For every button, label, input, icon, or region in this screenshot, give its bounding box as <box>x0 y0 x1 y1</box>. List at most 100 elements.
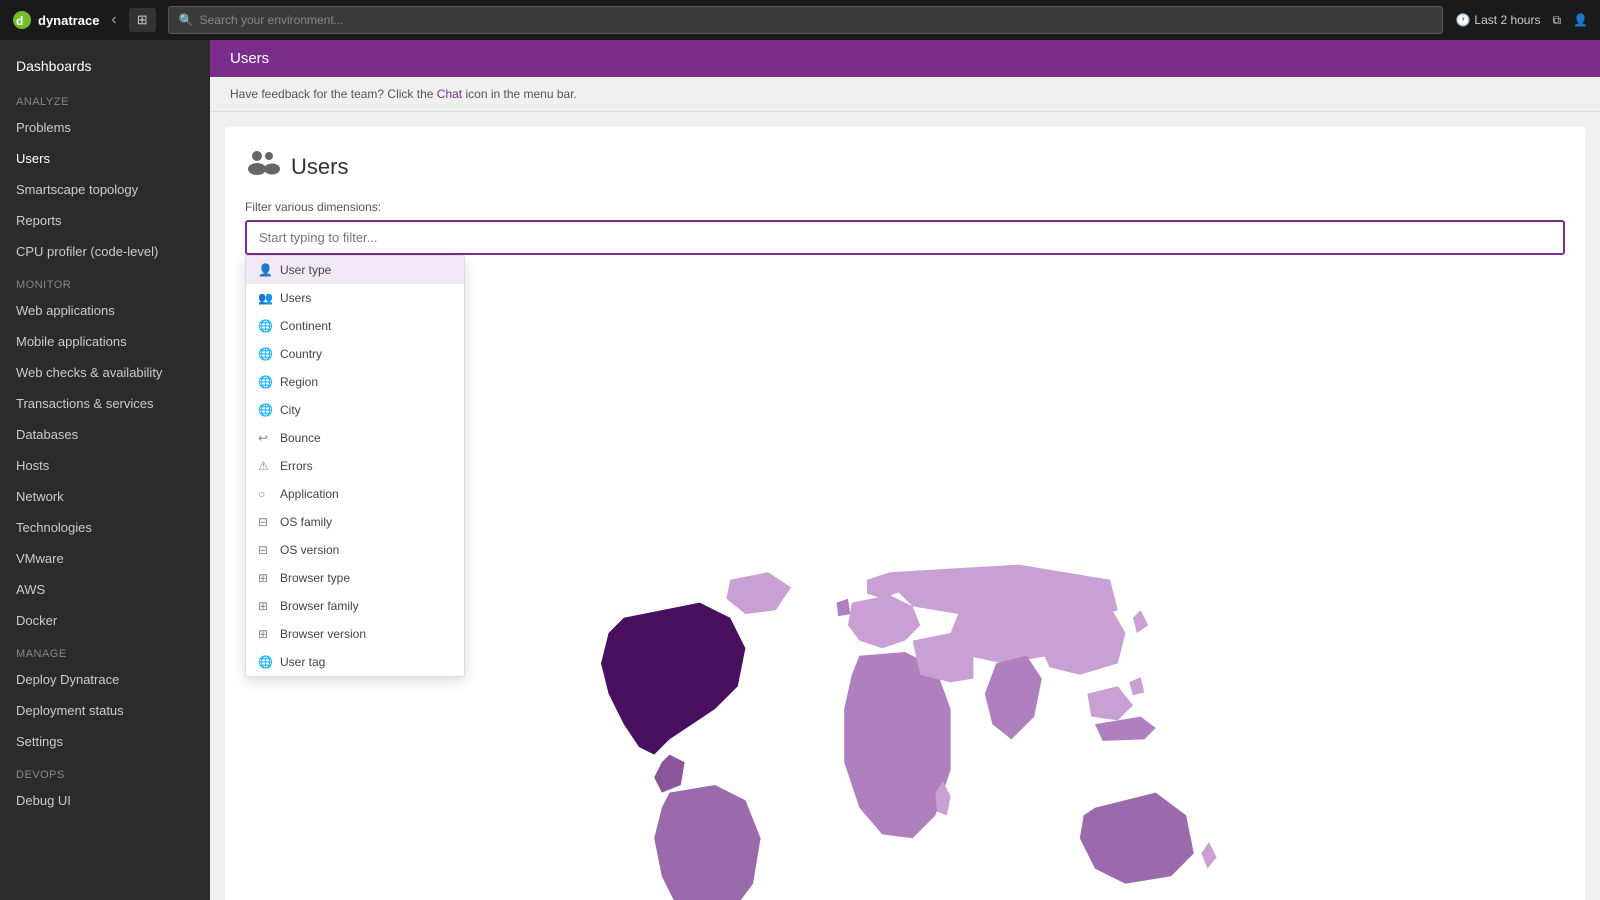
layout: Dashboards Analyze Problems Users Smarts… <box>0 40 1600 900</box>
dropdown-item-label: Country <box>280 347 322 361</box>
tag-icon: 🌐 <box>258 655 272 669</box>
dropdown-item-browser-version[interactable]: ⊞ Browser version <box>246 620 464 648</box>
browser-icon: ⊞ <box>258 571 272 585</box>
main-content: Have feedback for the team? Click the Ch… <box>210 77 1600 900</box>
user-icon[interactable]: 👤 <box>1573 13 1588 27</box>
time-range[interactable]: 🕐 Last 2 hours <box>1455 13 1540 27</box>
philippines <box>1129 677 1144 695</box>
greenland <box>726 572 791 614</box>
window-icon[interactable]: ⧉ <box>1552 13 1561 28</box>
filter-container: 👤 User type 👥 Users 🌐 Continent 🌐 <box>245 220 1565 255</box>
dropdown-item-user-type[interactable]: 👤 User type <box>246 256 464 284</box>
feedback-text: Have feedback for the team? Click the <box>230 87 437 101</box>
dropdown-item-os-family[interactable]: ⊟ OS family <box>246 508 464 536</box>
sidebar-item-transactions[interactable]: Transactions & services <box>0 388 210 419</box>
sidebar-item-network[interactable]: Network <box>0 481 210 512</box>
sidebar-item-settings[interactable]: Settings <box>0 726 210 757</box>
sidebar-item-reports[interactable]: Reports <box>0 205 210 236</box>
search-placeholder: Search your environment... <box>200 13 344 27</box>
analyze-section: Analyze <box>0 84 210 112</box>
page-header-title: Users <box>230 50 269 67</box>
feedback-link[interactable]: Chat <box>437 87 462 101</box>
filter-input[interactable] <box>245 220 1565 255</box>
logo-text: dynatrace <box>38 13 99 28</box>
dropdown-item-bounce[interactable]: ↩ Bounce <box>246 424 464 452</box>
dropdown-item-label: Browser version <box>280 627 366 641</box>
sidebar-label: Reports <box>16 213 62 228</box>
dropdown-item-os-version[interactable]: ⊟ OS version <box>246 536 464 564</box>
dropdown-item-label: User tag <box>280 655 325 669</box>
dropdown-item-city[interactable]: 🌐 City <box>246 396 464 424</box>
sidebar-item-web-checks[interactable]: Web checks & availability <box>0 357 210 388</box>
dropdown-item-continent[interactable]: 🌐 Continent <box>246 312 464 340</box>
feedback-bar: Have feedback for the team? Click the Ch… <box>210 77 1600 112</box>
time-label: Last 2 hours <box>1474 13 1540 27</box>
sidebar-item-vmware[interactable]: VMware <box>0 543 210 574</box>
dropdown-item-label: City <box>280 403 301 417</box>
sidebar-item-technologies[interactable]: Technologies <box>0 512 210 543</box>
right-content: Users Have feedback for the team? Click … <box>210 40 1600 900</box>
south-america <box>654 785 760 900</box>
app-icon: ○ <box>258 487 272 501</box>
people-icon: 👥 <box>258 291 272 305</box>
sidebar-item-hosts[interactable]: Hosts <box>0 450 210 481</box>
africa <box>844 652 950 838</box>
sidebar-item-debug-ui[interactable]: Debug UI <box>0 785 210 816</box>
dropdown-item-country[interactable]: 🌐 Country <box>246 340 464 368</box>
sidebar-label: CPU profiler (code-level) <box>16 244 158 259</box>
australia <box>1080 793 1194 884</box>
dropdown-item-browser-family[interactable]: ⊞ Browser family <box>246 592 464 620</box>
dropdown-item-user-tag[interactable]: 🌐 User tag <box>246 648 464 676</box>
logo: d dynatrace <box>12 10 99 30</box>
dropdown-item-label: Region <box>280 375 318 389</box>
north-america <box>601 603 745 755</box>
browser-icon: ⊞ <box>258 599 272 613</box>
topbar: d dynatrace ‹ ⊞ 🔍 Search your environmen… <box>0 0 1600 40</box>
content-area: Users Filter various dimensions: 👤 User … <box>225 127 1585 900</box>
back-button[interactable]: ‹ <box>111 11 116 29</box>
sidebar-item-smartscape[interactable]: Smartscape topology <box>0 174 210 205</box>
sidebar-dashboards[interactable]: Dashboards <box>0 48 210 84</box>
grid-icon[interactable]: ⊞ <box>129 8 156 32</box>
central-america <box>654 755 684 793</box>
sidebar-item-deploy[interactable]: Deploy Dynatrace <box>0 664 210 695</box>
sidebar-item-deployment-status[interactable]: Deployment status <box>0 695 210 726</box>
dropdown-item-browser-type[interactable]: ⊞ Browser type <box>246 564 464 592</box>
os-icon: ⊟ <box>258 515 272 529</box>
os-icon: ⊟ <box>258 543 272 557</box>
search-icon: 🔍 <box>179 13 194 27</box>
dropdown-item-region[interactable]: 🌐 Region <box>246 368 464 396</box>
global-search[interactable]: 🔍 Search your environment... <box>168 6 1444 34</box>
sidebar-item-problems[interactable]: Problems <box>0 112 210 143</box>
dropdown-item-label: Errors <box>280 459 313 473</box>
dropdown-item-users[interactable]: 👥 Users <box>246 284 464 312</box>
feedback-text2: icon in the menu bar. <box>462 87 577 101</box>
globe-icon: 🌐 <box>258 319 272 333</box>
dropdown-item-errors[interactable]: ⚠ Errors <box>246 452 464 480</box>
new-zealand <box>1201 842 1216 869</box>
globe-icon: 🌐 <box>258 375 272 389</box>
sidebar-item-cpu-profiler[interactable]: CPU profiler (code-level) <box>0 236 210 267</box>
sidebar-item-web-apps[interactable]: Web applications <box>0 295 210 326</box>
china <box>1034 606 1125 674</box>
dropdown-item-label: OS family <box>280 515 332 529</box>
page-title: Users <box>291 154 348 180</box>
sidebar-item-mobile-apps[interactable]: Mobile applications <box>0 326 210 357</box>
users-icon <box>245 147 281 186</box>
globe-icon: 🌐 <box>258 347 272 361</box>
dropdown-item-application[interactable]: ○ Application <box>246 480 464 508</box>
se-asia <box>1087 686 1133 720</box>
dropdown-item-label: Browser type <box>280 571 350 585</box>
sidebar-item-databases[interactable]: Databases <box>0 419 210 450</box>
topbar-right: 🕐 Last 2 hours ⧉ 👤 <box>1455 13 1588 28</box>
topbar-icons: ⊞ <box>129 8 156 32</box>
dropdown-item-label: Users <box>280 291 311 305</box>
dropdown-item-label: User type <box>280 263 331 277</box>
sidebar-item-aws[interactable]: AWS <box>0 574 210 605</box>
sidebar-item-docker[interactable]: Docker <box>0 605 210 636</box>
india <box>985 656 1042 740</box>
sidebar-item-users[interactable]: Users <box>0 143 210 174</box>
sidebar-label: Users <box>16 151 50 166</box>
page-header-bar: Users <box>210 40 1600 77</box>
errors-icon: ⚠ <box>258 459 272 473</box>
